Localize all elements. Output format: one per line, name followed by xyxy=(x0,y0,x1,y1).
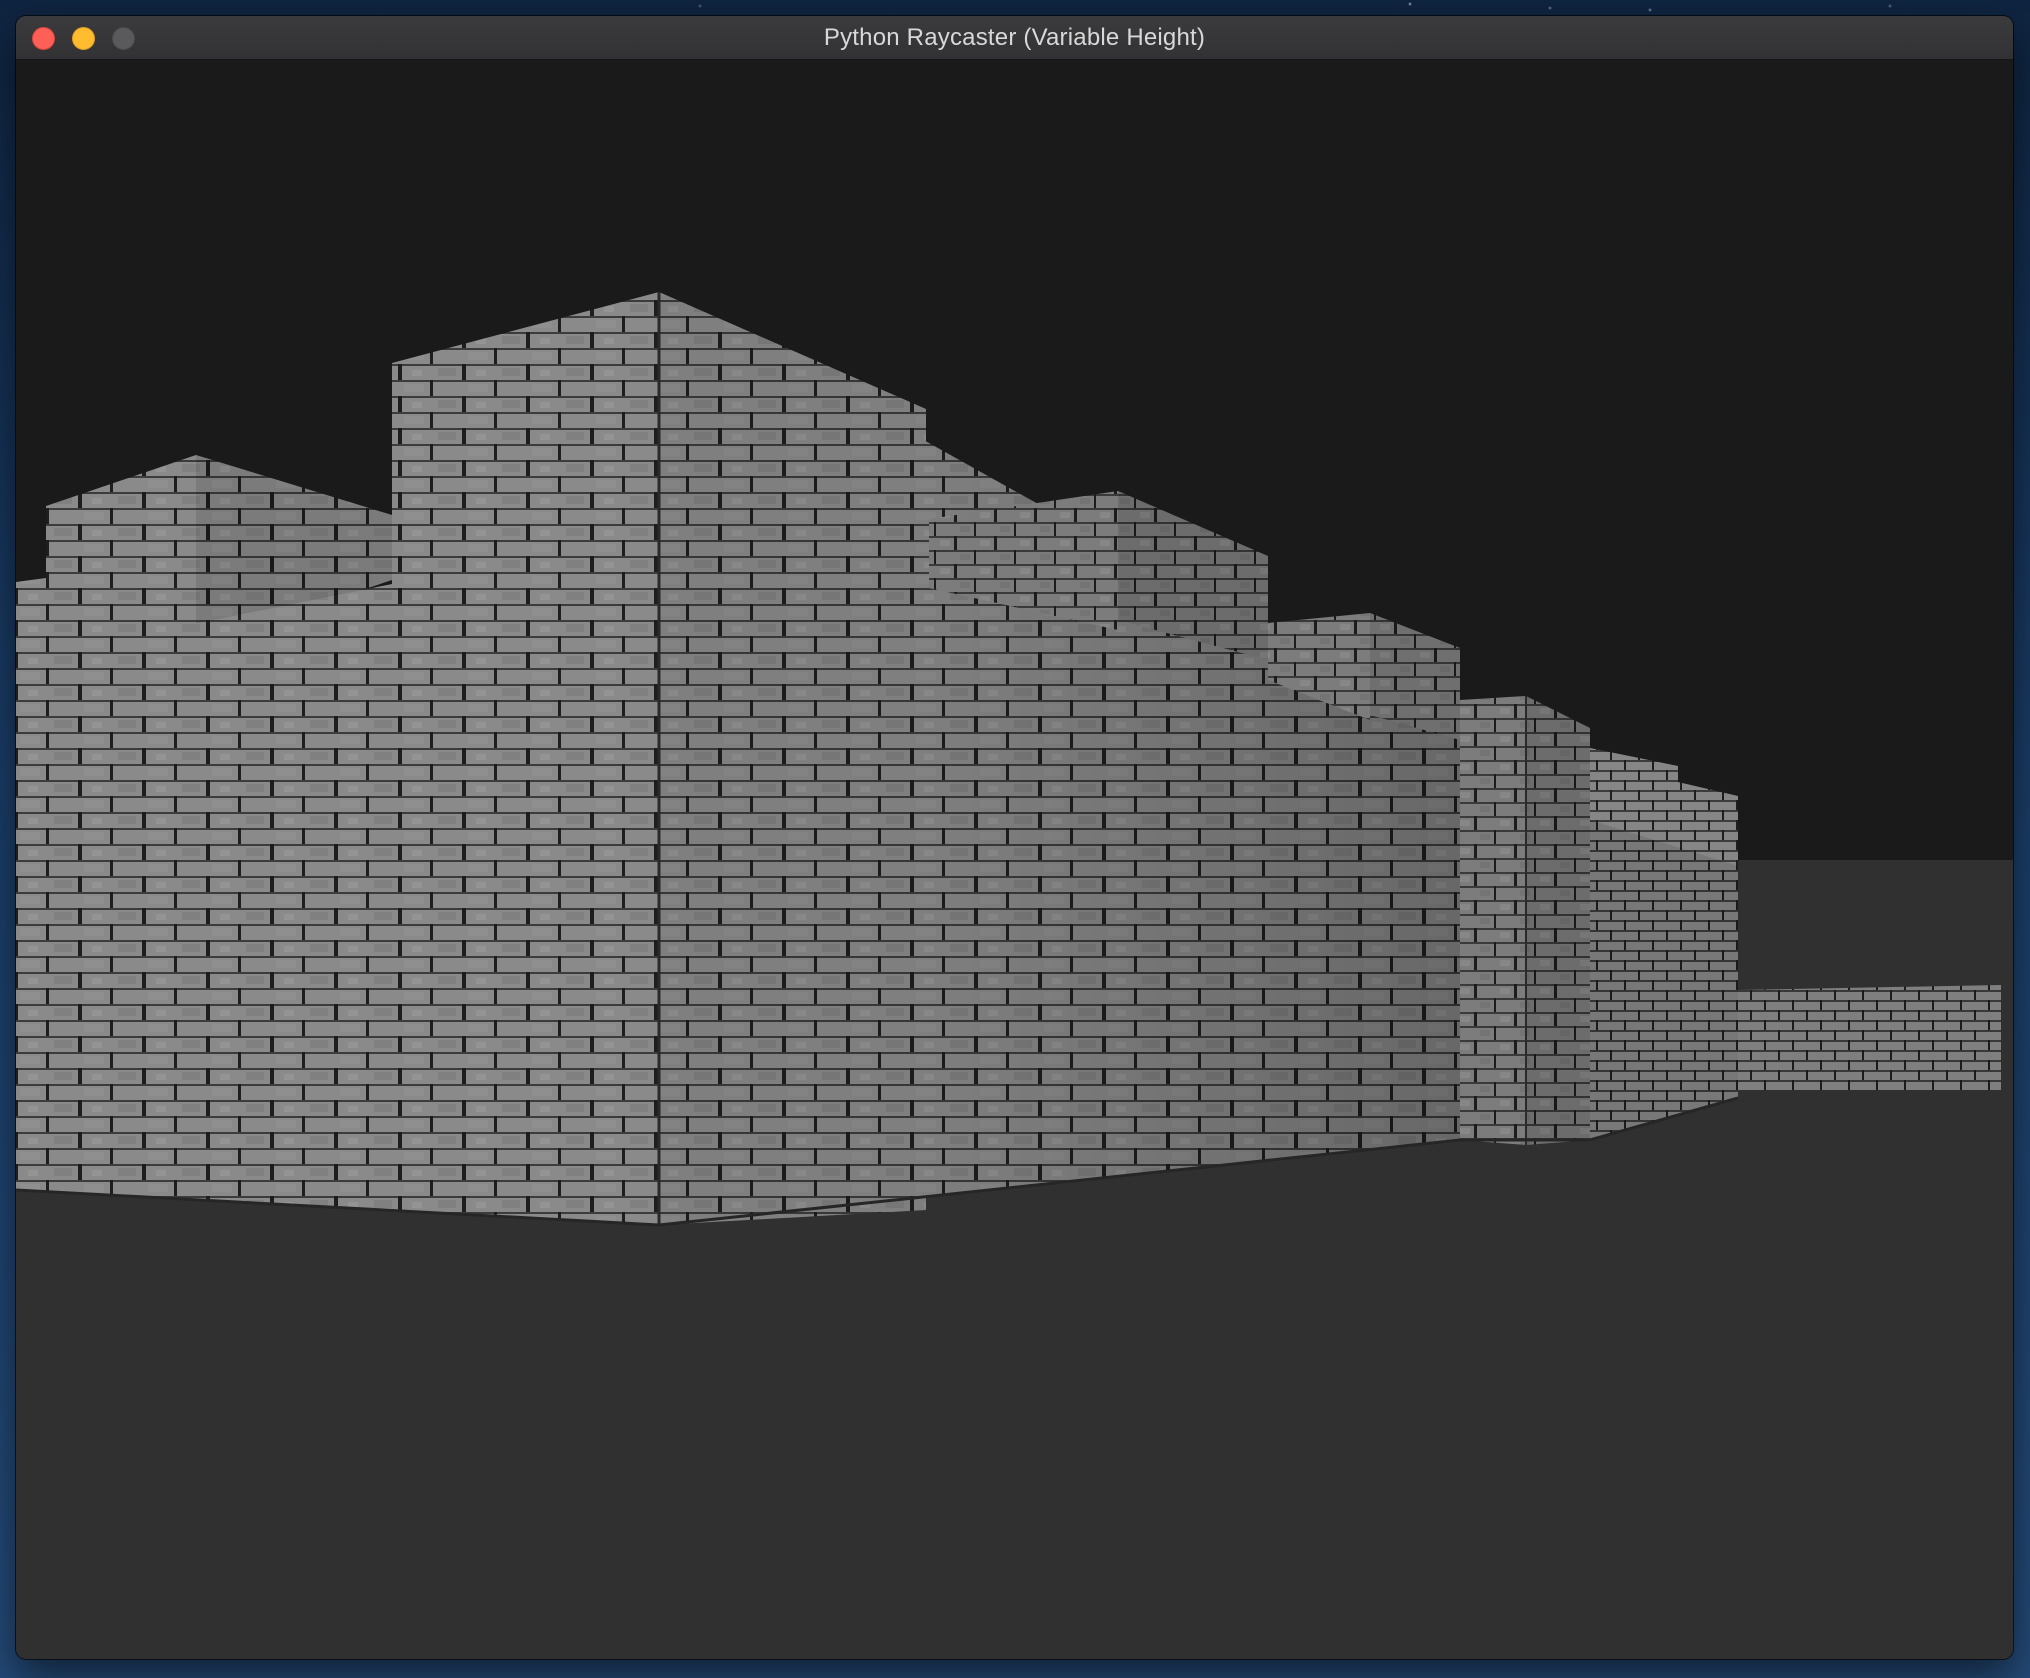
far-wall-shade xyxy=(1738,985,2001,1090)
wall-right-lower-shade xyxy=(1590,820,1738,1140)
pillar-front xyxy=(1460,696,1526,1145)
tall-tower-side-shade xyxy=(659,292,926,1225)
title-bar[interactable]: Python Raycaster (Variable Height) xyxy=(16,16,2013,60)
left-edge-stub xyxy=(16,578,46,665)
raycast-scene xyxy=(16,60,2013,1659)
render-viewport[interactable] xyxy=(16,60,2013,1659)
pillar-side-shade xyxy=(1526,696,1590,1145)
app-window: Python Raycaster (Variable Height) xyxy=(16,16,2013,1659)
window-title: Python Raycaster (Variable Height) xyxy=(823,24,1206,51)
